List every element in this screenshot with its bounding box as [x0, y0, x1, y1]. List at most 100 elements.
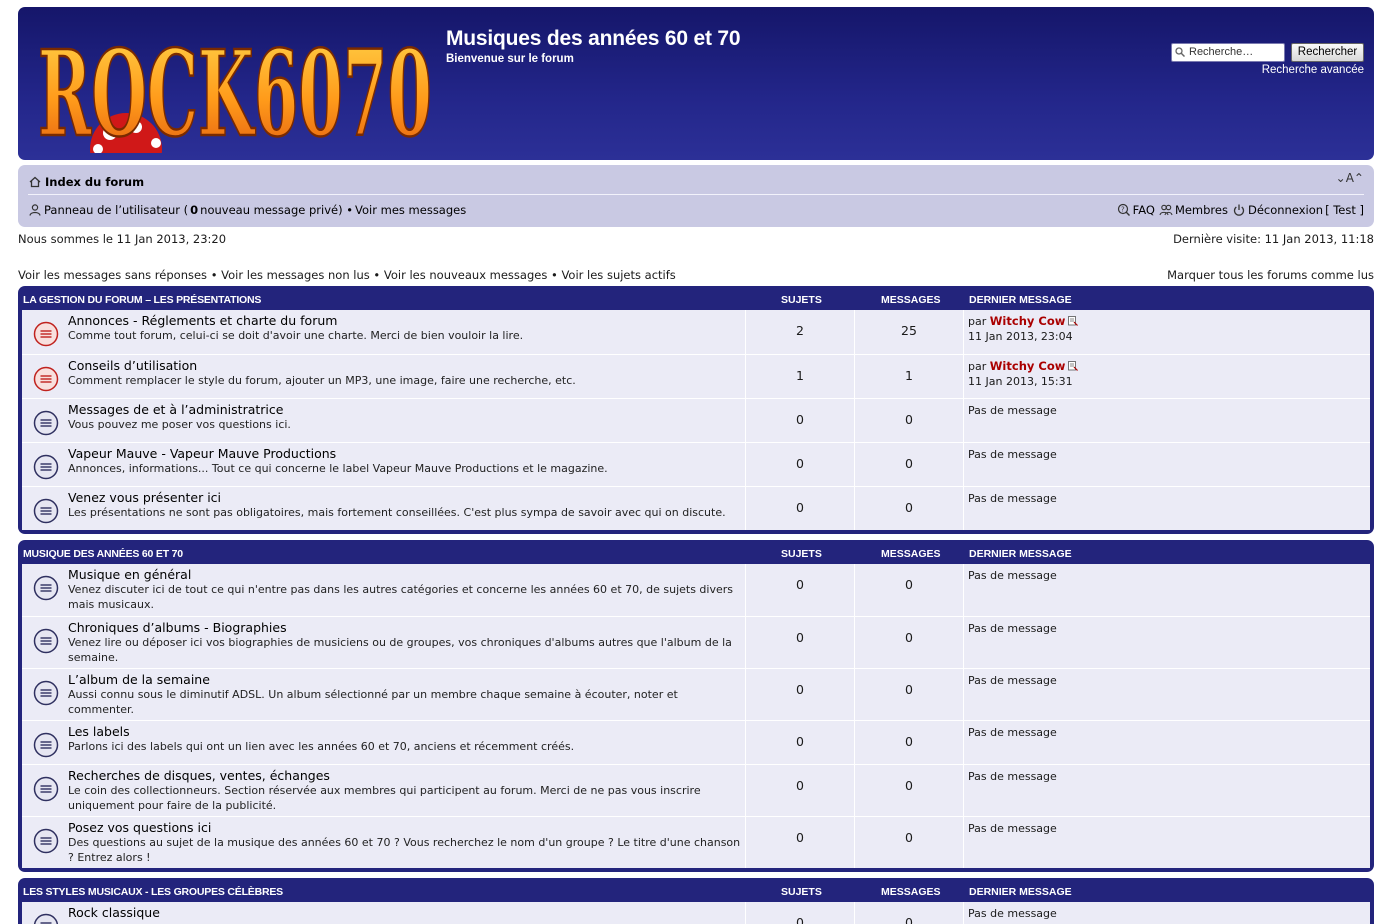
forum-read-status-icon [33, 498, 59, 524]
last-post-date: 11 Jan 2013, 23:04 [968, 330, 1073, 343]
forum-rows: Annonces - Réglements et charte du forum… [22, 310, 1370, 530]
members-icon [1159, 204, 1173, 216]
forum-row: Chroniques d’albums - Biographies Venez l… [22, 616, 1370, 668]
forum-read-status-icon [33, 776, 59, 802]
forum-description: Le coin des collectionneurs. Section rés… [68, 784, 701, 812]
last-visit: Dernière visite: 11 Jan 2013, 11:18 [1173, 232, 1374, 246]
topics-count: 0 [746, 443, 855, 486]
last-post: Pas de message [964, 817, 1370, 868]
topics-count: 0 [746, 564, 855, 616]
font-size-control[interactable]: ⌄A⌃ [1336, 171, 1364, 185]
forum-description: Les présentations ne sont pas obligatoir… [68, 506, 726, 519]
faq-label[interactable]: FAQ [1133, 203, 1155, 217]
forum-info: Rock classique [22, 902, 746, 924]
forum-title[interactable]: Annonces - Réglements et charte du forum [68, 313, 745, 328]
forum-read-status-icon [33, 410, 59, 436]
forum-title[interactable]: Venez vous présenter ici [68, 490, 745, 505]
category-title[interactable]: MUSIQUE DES ANNÉES 60 ET 70 [23, 548, 183, 560]
forum-rows: Rock classique 0 0 Pas de message [22, 902, 1370, 924]
forum-read-status-icon [33, 913, 59, 924]
forum-description: Annonces, informations... Tout ce qui co… [68, 462, 608, 475]
breadcrumb-index[interactable]: Index du forum [45, 175, 144, 189]
active-topics-link[interactable]: Voir les sujets actifs [561, 268, 675, 282]
unread-link[interactable]: Voir les messages non lus [221, 268, 370, 282]
topics-count: 0 [746, 399, 855, 442]
topics-count: 0 [746, 669, 855, 720]
forum-row: Annonces - Réglements et charte du forum… [22, 310, 1370, 354]
column-last-post: DERNIER MESSAGE [969, 886, 1072, 898]
posts-count: 0 [855, 817, 964, 868]
column-topics: SUJETS [781, 294, 822, 306]
column-last-post: DERNIER MESSAGE [969, 294, 1072, 306]
breadcrumb[interactable]: Index du forum [28, 175, 144, 189]
forum-description: Venez lire ou déposer ici vos biographie… [68, 636, 732, 664]
mark-read-link[interactable]: Marquer tous les forums comme lus [1167, 268, 1374, 282]
no-post-text: Pas de message [968, 569, 1057, 582]
last-post: Pas de message [964, 669, 1370, 720]
no-post-text: Pas de message [968, 404, 1057, 417]
view-latest-post-icon[interactable] [1068, 361, 1079, 371]
forum-title[interactable]: L’album de la semaine [68, 672, 745, 687]
site-logo[interactable]: ROCK6070 [36, 21, 434, 153]
forum-category: LES STYLES MUSICAUX - LES GROUPES CÉLÈBR… [18, 878, 1374, 924]
power-icon [1233, 204, 1245, 216]
forum-title[interactable]: Messages de et à l’administratrice [68, 402, 745, 417]
forum-row: Recherches de disques, ventes, échanges L… [22, 764, 1370, 816]
posts-count: 0 [855, 721, 964, 764]
separator: • [369, 268, 384, 282]
topics-count: 0 [746, 487, 855, 530]
forum-category: MUSIQUE DES ANNÉES 60 ET 70 SUJETS MESSAGE… [18, 540, 1374, 872]
forum-title[interactable]: Les labels [68, 724, 745, 739]
forum-title[interactable]: Chroniques d’albums - Biographies [68, 620, 745, 635]
posts-count: 0 [855, 617, 964, 668]
faq-link[interactable]: ? FAQ [1117, 203, 1155, 217]
column-topics: SUJETS [781, 886, 822, 898]
forum-title[interactable]: Rock classique [68, 905, 745, 920]
forum-title[interactable]: Vapeur Mauve - Vapeur Mauve Productions [68, 446, 745, 461]
column-posts: MESSAGES [881, 294, 941, 306]
nav-divider [28, 194, 1364, 195]
site-title: Musiques des années 60 et 70 [446, 27, 741, 50]
forum-title[interactable]: Recherches de disques, ventes, échanges [68, 768, 745, 783]
column-last-post: DERNIER MESSAGE [969, 548, 1072, 560]
new-posts-link[interactable]: Voir les nouveaux messages [384, 268, 547, 282]
topics-count: 0 [746, 721, 855, 764]
unanswered-link[interactable]: Voir les messages sans réponses [18, 268, 207, 282]
last-post: Pas de message [964, 399, 1370, 442]
posts-count: 25 [855, 310, 964, 354]
forum-read-status-icon [33, 321, 59, 347]
logout-link[interactable]: Déconnexion [ Test ] [1232, 203, 1364, 217]
category-title[interactable]: LES STYLES MUSICAUX - LES GROUPES CÉLÈBR… [23, 886, 283, 898]
forum-description: Des questions au sujet de la musique des… [68, 836, 741, 864]
logout-label[interactable]: Déconnexion [1248, 203, 1323, 217]
pm-text[interactable]: nouveau message privé) • [200, 203, 353, 217]
view-messages-link[interactable]: Voir mes messages [355, 203, 466, 217]
no-post-text: Pas de message [968, 492, 1057, 505]
search-placeholder: Recherche… [1189, 46, 1254, 58]
forum-description: Vous pouvez me poser vos questions ici. [68, 418, 291, 431]
members-link[interactable]: Membres [1159, 203, 1228, 217]
ucp-link[interactable]: Panneau de l’utilisateur ( [44, 203, 188, 217]
forum-title[interactable]: Conseils d’utilisation [68, 358, 745, 373]
no-post-text: Pas de message [968, 907, 1057, 920]
forum-read-status-icon [33, 366, 59, 392]
forum-row: L’album de la semaine Aussi connu sous le… [22, 668, 1370, 720]
forum-read-status-icon [33, 454, 59, 480]
view-latest-post-icon[interactable] [1068, 316, 1079, 326]
forum-title[interactable]: Musique en général [68, 567, 745, 582]
no-post-text: Pas de message [968, 726, 1057, 739]
forum-read-status-icon [33, 828, 59, 854]
nav-links: ? FAQ Membres Déconnexion [ Test ] [1117, 203, 1364, 217]
search-button[interactable]: Rechercher [1291, 43, 1364, 62]
search-input[interactable]: Recherche… [1171, 43, 1285, 62]
posts-count: 0 [855, 443, 964, 486]
advanced-search-link[interactable]: Recherche avancée [1248, 64, 1364, 76]
last-post: Pas de message [964, 721, 1370, 764]
faq-icon: ? [1117, 203, 1130, 216]
forum-title[interactable]: Posez vos questions ici [68, 820, 745, 835]
last-post-author[interactable]: Witchy Cow [990, 359, 1066, 373]
category-title[interactable]: LA GESTION DU FORUM – LES PRÉSENTATIONS [23, 294, 261, 306]
forum-info: Recherches de disques, ventes, échanges L… [22, 765, 746, 816]
last-post-author[interactable]: Witchy Cow [990, 314, 1066, 328]
members-label[interactable]: Membres [1175, 203, 1228, 217]
